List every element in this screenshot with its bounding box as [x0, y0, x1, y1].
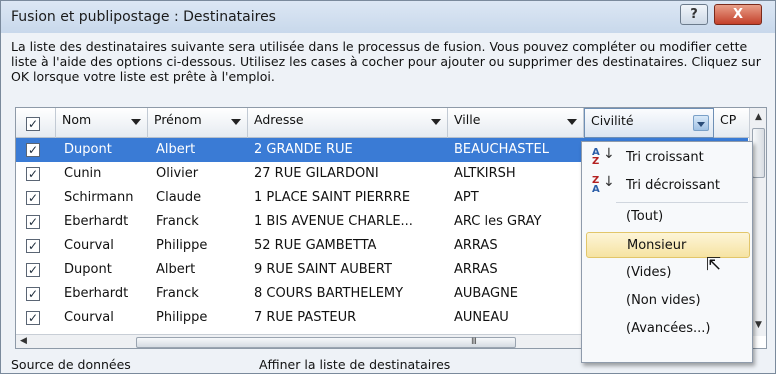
cell-ville: AUNEAU [454, 310, 509, 325]
row-checkbox[interactable]: ✓ [26, 215, 40, 229]
row-checkbox[interactable]: ✓ [26, 287, 40, 301]
help-button[interactable]: ? [680, 4, 708, 25]
mail-merge-recipients-dialog: Fusion et publipostage : Destinataires ?… [0, 0, 776, 374]
cell-prenom: Albert [156, 262, 196, 277]
menu-item[interactable]: Z A ↓ Tri décroissant [586, 173, 750, 199]
cell-nom: Schirmann [64, 190, 134, 205]
menu-item-label: (Vides) [626, 265, 672, 280]
select-all-checkbox[interactable]: ✓ [26, 117, 40, 131]
cell-ville: BEAUCHASTEL [454, 142, 549, 157]
cell-prenom: Albert [156, 142, 196, 157]
column-header-ville[interactable]: Ville [448, 108, 584, 138]
mouse-cursor-icon: ⇱ [706, 254, 722, 275]
cell-adresse: 1 PLACE SAINT PIERRRE [254, 190, 411, 205]
cell-ville: AUBAGNE [454, 286, 519, 301]
row-checkbox[interactable]: ✓ [26, 191, 40, 205]
menu-separator [616, 202, 748, 203]
column-header-cp[interactable]: CP [714, 108, 750, 138]
cell-ville: APT [454, 190, 479, 205]
row-checkbox[interactable]: ✓ [26, 167, 40, 181]
menu-item[interactable]: Monsieur [586, 232, 750, 258]
column-header-civilite[interactable]: Civilité [584, 108, 714, 138]
row-checkbox[interactable]: ✓ [26, 263, 40, 277]
column-header-label: Prénom [154, 112, 202, 127]
cell-nom: Cunin [64, 166, 102, 181]
data-source-label: Source de données [11, 357, 131, 372]
cell-adresse: 2 GRANDE RUE [254, 142, 353, 157]
cell-prenom: Philippe [156, 238, 208, 253]
chevron-down-icon[interactable] [131, 119, 141, 125]
cell-adresse: 8 COURS BARTHELEMY [254, 286, 404, 301]
column-header-nom[interactable]: Nom [56, 108, 148, 138]
sort-ascending-icon: A Z ↓ [592, 146, 615, 167]
column-header-adresse[interactable]: Adresse [248, 108, 448, 138]
row-checkbox[interactable]: ✓ [26, 143, 40, 157]
scroll-left-icon[interactable]: ◀ [20, 336, 27, 346]
scroll-grip: III [471, 337, 477, 347]
cell-ville: ARRAS [454, 238, 498, 253]
cell-prenom: Philippe [156, 310, 208, 325]
cell-prenom: Franck [156, 286, 199, 301]
cell-nom: Eberhardt [64, 214, 129, 229]
window-title: Fusion et publipostage : Destinataires [11, 9, 276, 25]
cell-adresse: 9 RUE SAINT AUBERT [254, 262, 392, 277]
cell-prenom: Olivier [156, 166, 199, 181]
header-checkbox-cell: ✓ [16, 108, 56, 138]
menu-item-label: Monsieur [627, 238, 687, 253]
column-header-label: Ville [454, 112, 481, 127]
scroll-up-icon[interactable]: ▲ [750, 108, 766, 126]
menu-item[interactable]: (Tout) [586, 204, 750, 230]
cell-nom: Courval [64, 310, 114, 325]
chevron-down-icon[interactable] [431, 119, 441, 125]
column-header-label: CP [720, 112, 737, 127]
chevron-down-icon[interactable] [567, 119, 577, 125]
cell-nom: Eberhardt [64, 286, 129, 301]
cell-adresse: 27 RUE GILARDONI [254, 166, 379, 181]
cell-nom: Dupont [64, 142, 112, 157]
refine-list-label: Affiner la liste de destinataires [259, 357, 451, 372]
cell-adresse: 52 RUE GAMBETTA [254, 238, 377, 253]
table-header: ✓ Nom Prénom Adresse Ville Civilité CP [16, 108, 766, 138]
dropdown-arrow-icon[interactable] [693, 115, 709, 131]
cell-ville: ARRAS [454, 262, 498, 277]
scroll-thumb[interactable] [752, 128, 765, 178]
menu-item-label: Tri croissant [626, 150, 704, 165]
menu-item[interactable]: (Vides) [586, 260, 750, 286]
sort-descending-icon: Z A ↓ [592, 174, 615, 195]
scroll-thumb[interactable] [136, 337, 516, 348]
column-header-label: Civilité [591, 113, 634, 128]
column-header-prenom[interactable]: Prénom [148, 108, 248, 138]
close-button[interactable]: X [714, 4, 762, 25]
column-header-label: Adresse [254, 112, 304, 127]
cell-ville: ARC les GRAY [454, 214, 542, 229]
cell-prenom: Franck [156, 214, 199, 229]
menu-item-label: (Non vides) [626, 293, 701, 308]
civilite-filter-menu: A Z ↓ Tri croissant Z A ↓ Tri décroissant (Tout)… [581, 141, 753, 363]
intro-text: La liste des destinataires suivante sera… [11, 39, 761, 84]
cell-adresse: 1 BIS AVENUE CHARLE... [254, 214, 413, 229]
cell-nom: Courval [64, 238, 114, 253]
cell-prenom: Claude [156, 190, 202, 205]
menu-item-label: (Tout) [626, 209, 664, 224]
cell-nom: Dupont [64, 262, 112, 277]
menu-item[interactable]: (Non vides) [586, 288, 750, 314]
menu-item[interactable]: A Z ↓ Tri croissant [586, 145, 750, 171]
menu-item-label: (Avancées...) [626, 321, 711, 336]
menu-item-label: Tri décroissant [626, 178, 720, 193]
chevron-down-icon[interactable] [231, 119, 241, 125]
column-header-label: Nom [62, 112, 92, 127]
cell-ville: ALTKIRSH [454, 166, 516, 181]
row-checkbox[interactable]: ✓ [26, 239, 40, 253]
cell-adresse: 7 RUE PASTEUR [254, 310, 357, 325]
menu-item[interactable]: (Avancées...) [586, 316, 750, 342]
title-bar: Fusion et publipostage : Destinataires ?… [1, 1, 775, 33]
row-checkbox[interactable]: ✓ [26, 311, 40, 325]
